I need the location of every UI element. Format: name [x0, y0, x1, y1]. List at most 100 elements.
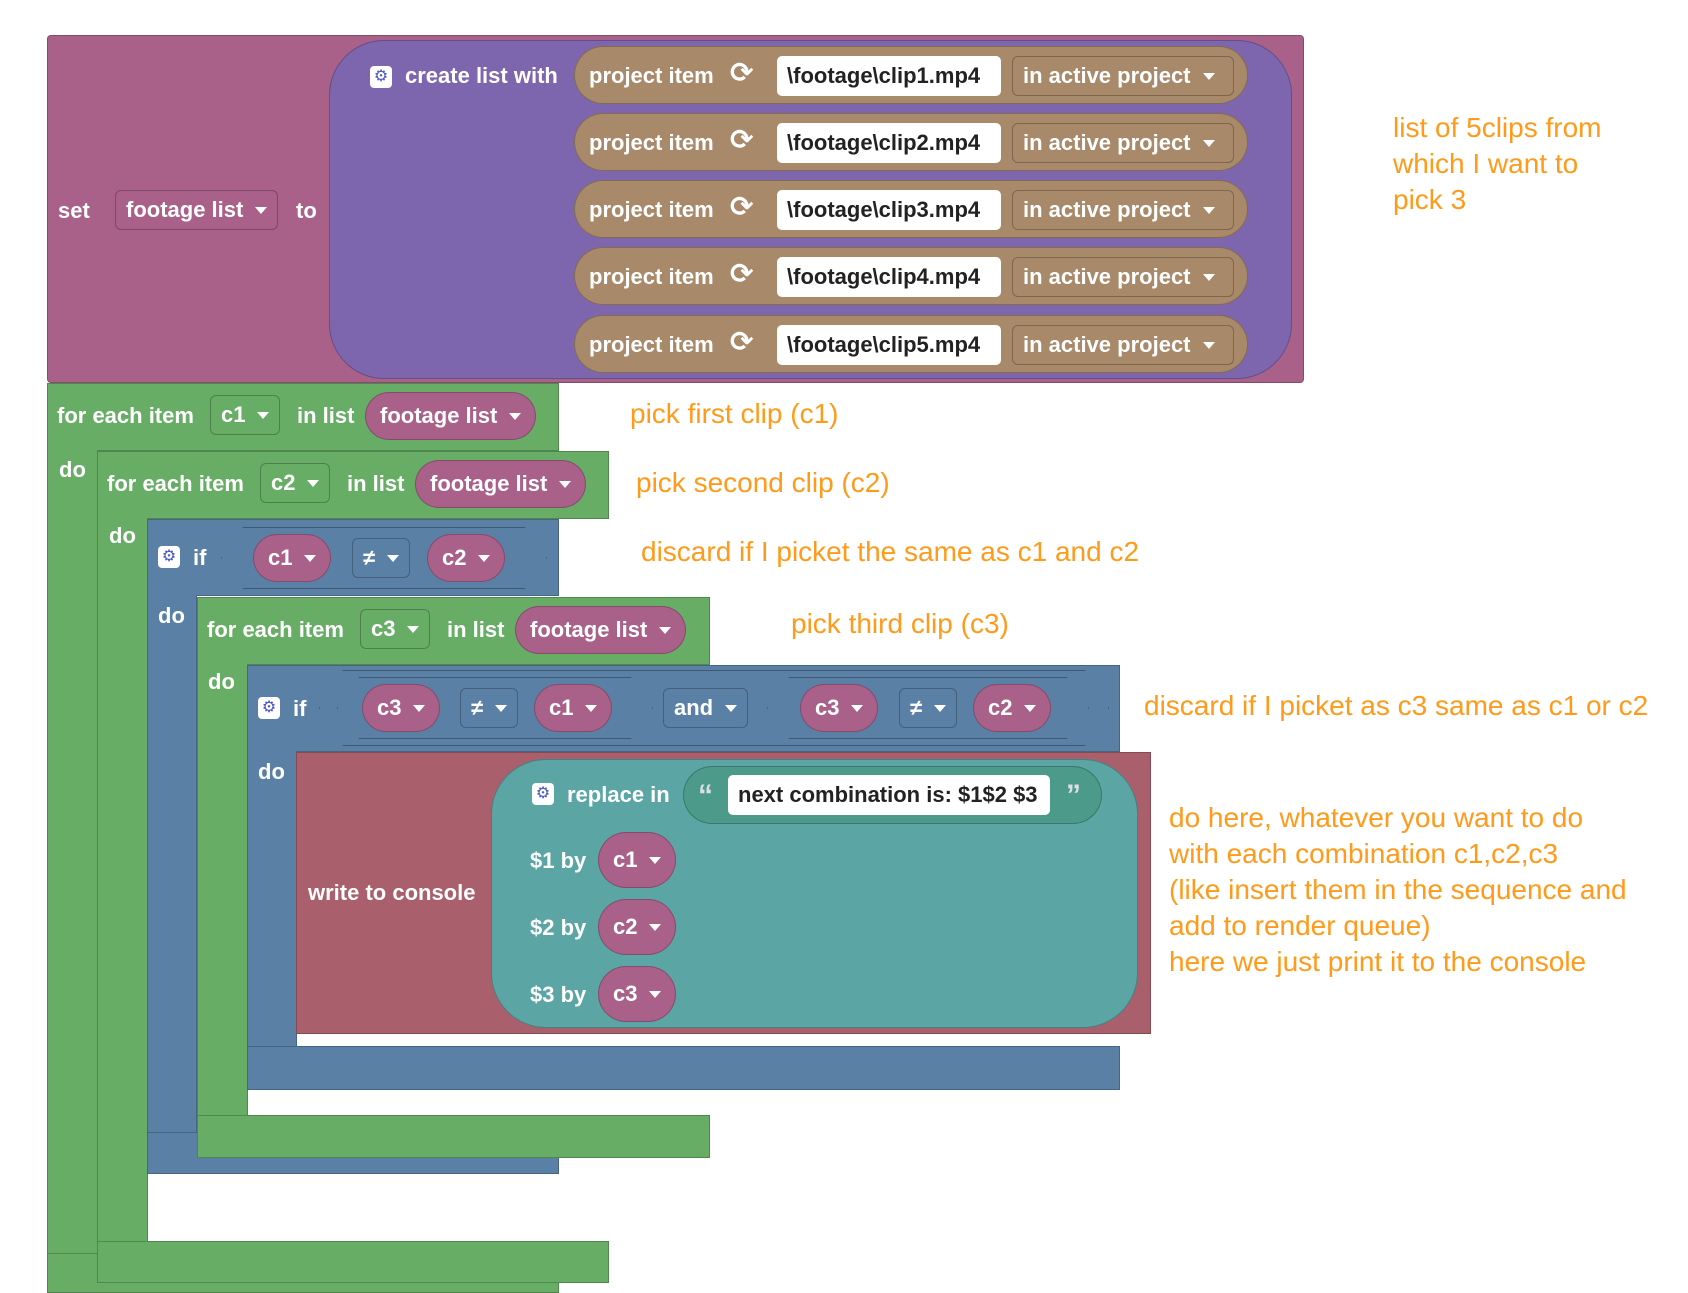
- chevron-down-icon: [1202, 273, 1215, 281]
- variable-name: c1: [549, 695, 574, 720]
- variable-name: c3: [377, 695, 402, 720]
- operator-dropdown[interactable]: ≠: [460, 688, 519, 728]
- variable-c1[interactable]: c1: [534, 684, 613, 732]
- chevron-down-icon: [307, 479, 320, 487]
- in-list-label: in list: [447, 617, 505, 642]
- variable-name: footage list: [430, 471, 548, 496]
- variable-name: c2: [271, 470, 296, 495]
- write-to-console-label: write to console: [308, 880, 476, 905]
- variable-name: c1: [268, 545, 293, 570]
- variable-name: c1: [221, 402, 246, 427]
- variable-c1[interactable]: c1: [598, 832, 677, 888]
- variable-c1[interactable]: c1: [253, 534, 332, 582]
- chevron-down-icon: [509, 412, 522, 420]
- mutator-gear-icon[interactable]: ⚙: [158, 546, 180, 568]
- do-label: do: [59, 457, 86, 482]
- chevron-down-icon: [478, 554, 491, 562]
- project-item-block[interactable]: project item ⟳ \footage\clip1.mp4 in act…: [574, 46, 1248, 104]
- project-item-label: project item: [589, 332, 714, 357]
- mutator-gear-icon[interactable]: ⚙: [532, 783, 554, 805]
- project-item-block[interactable]: project item ⟳ \footage\clip3.mp4 in act…: [574, 180, 1248, 238]
- for-each-label: for each item: [57, 403, 194, 428]
- chevron-down-icon: [255, 206, 268, 214]
- set-label: set: [58, 198, 90, 223]
- project-item-block[interactable]: project item ⟳ \footage\clip2.mp4 in act…: [574, 113, 1248, 171]
- scope-label: in active project: [1023, 63, 1191, 88]
- annotation-list: list of 5clips from which I want to pick…: [1393, 112, 1602, 215]
- path-field[interactable]: \footage\clip5.mp4: [777, 325, 1001, 365]
- annotation-discard-2: discard if I picket as c3 same as c1 or …: [1144, 690, 1649, 721]
- text-literal-block[interactable]: “ next combination is: $1$2 $3 ”: [683, 766, 1102, 824]
- chevron-down-icon: [559, 480, 572, 488]
- refresh-icon[interactable]: ⟳: [730, 260, 753, 288]
- logic-operator-dropdown[interactable]: and: [663, 688, 749, 728]
- scope-dropdown[interactable]: in active project: [1012, 123, 1234, 163]
- variable-dropdown-c2[interactable]: c2: [260, 463, 331, 503]
- chevron-down-icon: [649, 856, 662, 864]
- if-label: if: [293, 696, 307, 721]
- variable-name: footage list: [126, 197, 244, 222]
- variable-dropdown-c3[interactable]: c3: [360, 609, 431, 649]
- annotation-third-clip: pick third clip (c3): [791, 608, 1009, 639]
- chevron-down-icon: [934, 704, 947, 712]
- path-field[interactable]: \footage\clip1.mp4: [777, 56, 1001, 96]
- scope-dropdown[interactable]: in active project: [1012, 325, 1234, 365]
- annotation-first-clip: pick first clip (c1): [630, 398, 839, 429]
- replacement-label: $3 by: [530, 982, 587, 1007]
- project-item-block[interactable]: project item ⟳ \footage\clip5.mp4 in act…: [574, 315, 1248, 373]
- mutator-gear-icon[interactable]: ⚙: [370, 66, 392, 88]
- chevron-down-icon: [304, 554, 317, 562]
- refresh-icon[interactable]: ⟳: [730, 328, 753, 356]
- for-each-label: for each item: [207, 617, 344, 642]
- list-variable-footage-list[interactable]: footage list: [515, 606, 687, 654]
- refresh-icon[interactable]: ⟳: [730, 193, 753, 221]
- scope-label: in active project: [1023, 197, 1191, 222]
- project-item-label: project item: [589, 197, 714, 222]
- list-variable-footage-list[interactable]: footage list: [365, 392, 537, 440]
- do-label: do: [109, 523, 136, 548]
- annotation-discard-1: discard if I picket the same as c1 and c…: [641, 536, 1140, 567]
- refresh-icon[interactable]: ⟳: [730, 59, 753, 87]
- project-item-block[interactable]: project item ⟳ \footage\clip4.mp4 in act…: [574, 247, 1248, 305]
- loop-c3-spine: [197, 664, 248, 1116]
- variable-c3[interactable]: c3: [598, 966, 677, 1022]
- variable-name: c2: [442, 545, 467, 570]
- scope-dropdown[interactable]: in active project: [1012, 190, 1234, 230]
- to-label: to: [296, 198, 317, 223]
- path-field[interactable]: \footage\clip3.mp4: [777, 190, 1001, 230]
- path-field[interactable]: \footage\clip2.mp4: [777, 123, 1001, 163]
- list-variable-footage-list[interactable]: footage list: [415, 460, 587, 508]
- chevron-down-icon: [1202, 139, 1215, 147]
- scope-dropdown[interactable]: in active project: [1012, 56, 1234, 96]
- chevron-down-icon: [407, 625, 420, 633]
- chevron-down-icon: [495, 704, 508, 712]
- chevron-down-icon: [725, 704, 738, 712]
- operator-dropdown[interactable]: ≠: [352, 538, 411, 578]
- in-list-label: in list: [297, 403, 355, 428]
- path-field[interactable]: \footage\clip4.mp4: [777, 257, 1001, 297]
- scope-label: in active project: [1023, 264, 1191, 289]
- scope-label: in active project: [1023, 332, 1191, 357]
- variable-name: c3: [613, 981, 638, 1006]
- variable-c3[interactable]: c3: [800, 684, 879, 732]
- replace-in-label: replace in: [567, 782, 670, 807]
- variable-c3[interactable]: c3: [362, 684, 441, 732]
- operator-dropdown[interactable]: ≠: [899, 688, 958, 728]
- variable-c2[interactable]: c2: [427, 534, 506, 582]
- replace-text-block[interactable]: ⚙ replace in “ next combination is: $1$2…: [491, 759, 1138, 1028]
- scope-dropdown[interactable]: in active project: [1012, 257, 1234, 297]
- variable-c2[interactable]: c2: [598, 899, 677, 955]
- refresh-icon[interactable]: ⟳: [730, 126, 753, 154]
- variable-dropdown-c1[interactable]: c1: [210, 395, 281, 435]
- template-text-field[interactable]: next combination is: $1$2 $3: [728, 775, 1050, 815]
- variable-c2[interactable]: c2: [973, 684, 1052, 732]
- chevron-down-icon: [387, 554, 400, 562]
- if2-spine: [247, 751, 297, 1047]
- chevron-down-icon: [257, 411, 270, 419]
- mutator-gear-icon[interactable]: ⚙: [258, 697, 280, 719]
- do-label: do: [208, 669, 235, 694]
- variable-name: c3: [371, 616, 396, 641]
- project-item-label: project item: [589, 63, 714, 88]
- variable-dropdown-footage-list[interactable]: footage list: [115, 190, 279, 230]
- chevron-down-icon: [1202, 206, 1215, 214]
